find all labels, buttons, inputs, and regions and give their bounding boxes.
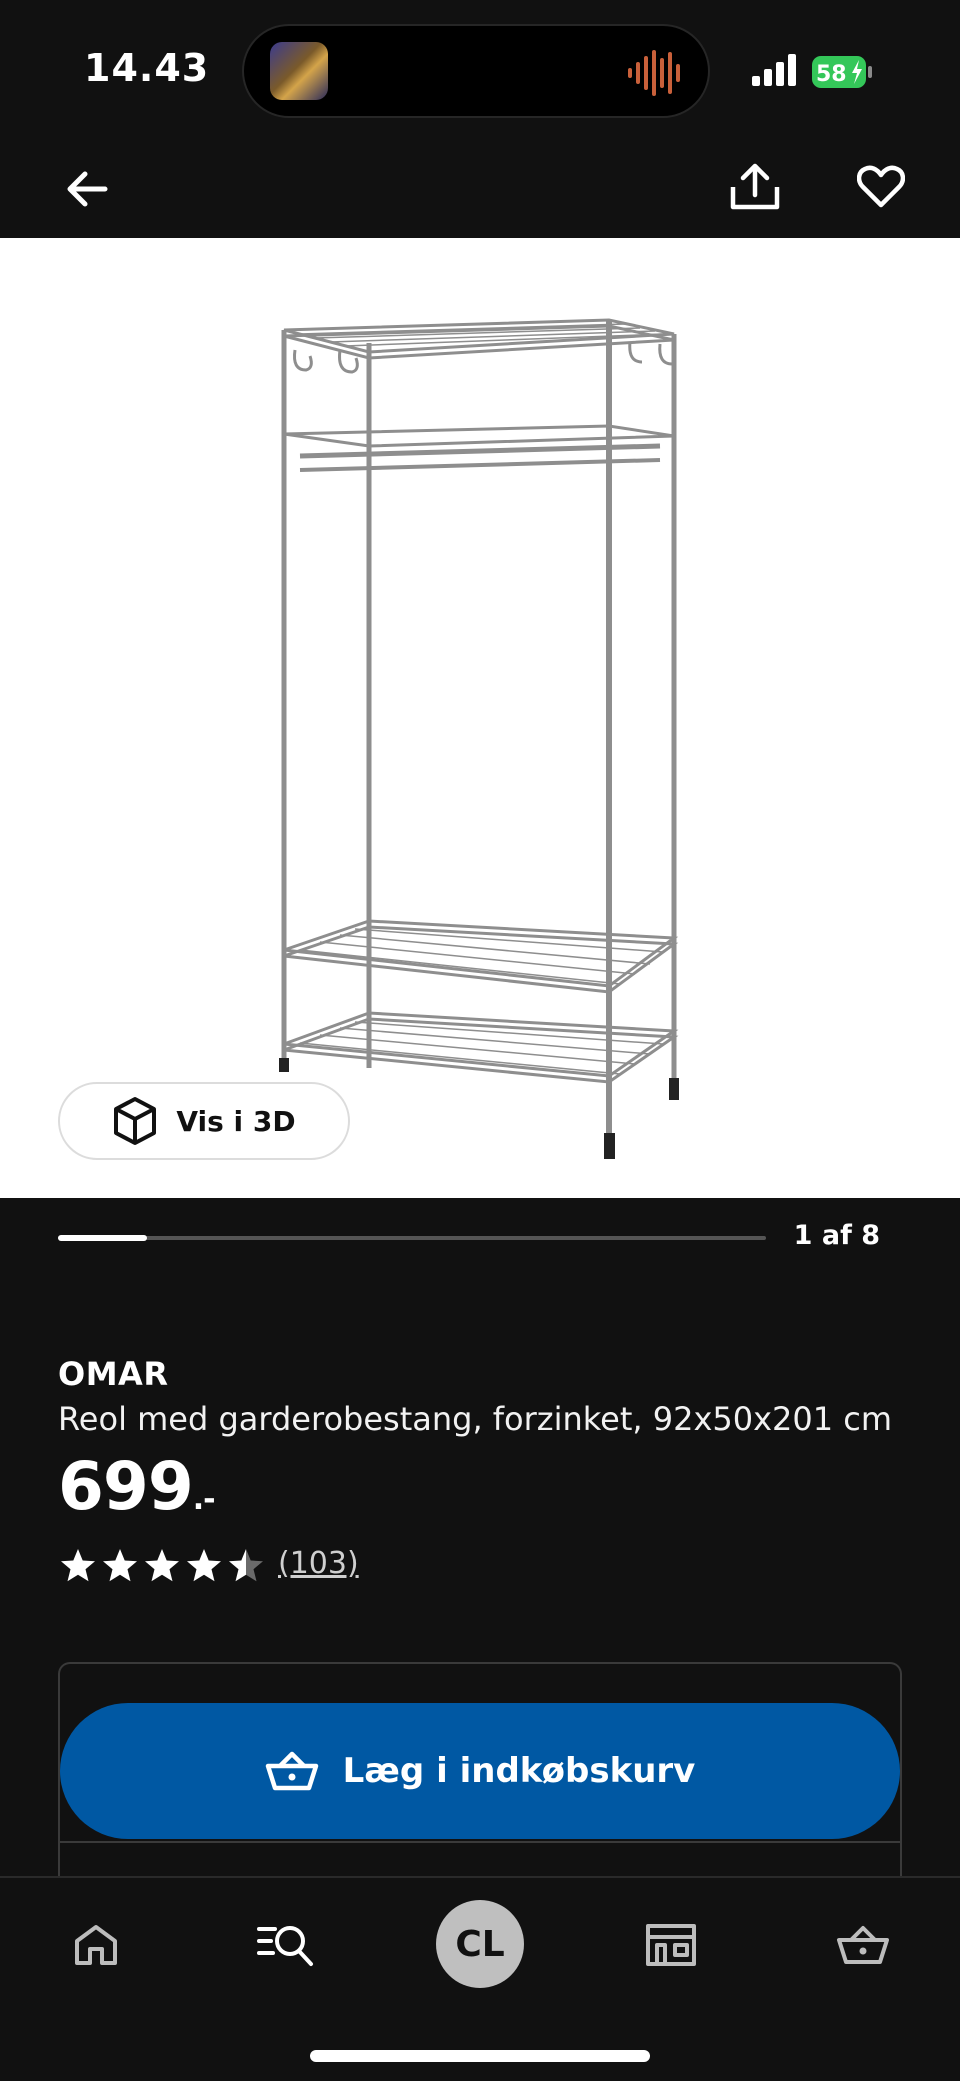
star-icon <box>61 1549 95 1582</box>
star-icon <box>229 1549 263 1582</box>
basket-icon <box>837 1926 889 1964</box>
tab-search[interactable] <box>241 1900 331 1990</box>
card-divider <box>60 1841 900 1843</box>
rating-stars[interactable] <box>58 1546 264 1586</box>
now-playing-artwork <box>270 42 328 100</box>
audio-waveform-icon <box>628 50 680 96</box>
wardrobe-shelf-illustration <box>279 318 679 1159</box>
gallery-progress-bar <box>58 1235 766 1241</box>
gallery-progress-fill <box>58 1235 147 1241</box>
battery-icon: 58 <box>812 56 874 88</box>
share-button[interactable] <box>720 152 790 222</box>
dynamic-island <box>242 24 710 118</box>
price-suffix: .- <box>192 1482 216 1517</box>
home-icon <box>75 1925 117 1965</box>
favorite-button[interactable] <box>846 152 916 222</box>
gallery-page-indicator: 1 af 8 <box>793 1220 880 1251</box>
review-count-link[interactable]: (103) <box>278 1546 359 1581</box>
star-icon <box>145 1549 179 1582</box>
tab-store[interactable] <box>626 1900 716 1990</box>
heart-icon <box>857 165 905 208</box>
status-time: 14.43 <box>84 46 210 90</box>
cube-3d-icon <box>114 1097 157 1145</box>
home-indicator[interactable] <box>310 2050 650 2062</box>
search-icon <box>257 1926 313 1966</box>
product-image[interactable] <box>0 238 960 1198</box>
battery-level: 58 <box>816 62 847 87</box>
status-bar: 14.43 58 <box>0 0 960 140</box>
profile-initials: CL <box>455 1923 505 1965</box>
price-amount: 699 <box>58 1448 194 1525</box>
tab-basket[interactable] <box>818 1900 908 1990</box>
tab-profile[interactable]: CL <box>435 1894 525 1994</box>
store-icon <box>646 1924 696 1966</box>
add-to-cart-button[interactable]: Læg i indkøbskurv <box>60 1703 900 1839</box>
arrow-left-icon <box>67 171 108 207</box>
basket-icon <box>265 1751 318 1791</box>
product-price: 699.- <box>58 1448 216 1525</box>
view-in-3d-label: Vis i 3D <box>176 1104 296 1138</box>
avatar: CL <box>436 1900 524 1988</box>
product-brand: OMAR <box>58 1355 169 1393</box>
add-to-cart-label: Læg i indkøbskurv <box>342 1751 696 1791</box>
star-icon <box>187 1549 221 1582</box>
back-button[interactable] <box>52 154 122 224</box>
tab-home[interactable] <box>51 1900 141 1990</box>
share-icon <box>730 163 780 210</box>
product-description: Reol med garderobestang, forzinket, 92x5… <box>58 1400 893 1438</box>
cellular-signal-icon <box>752 54 796 86</box>
view-in-3d-button[interactable]: Vis i 3D <box>58 1082 350 1160</box>
top-nav-bar <box>0 140 960 238</box>
star-icon <box>103 1549 137 1582</box>
